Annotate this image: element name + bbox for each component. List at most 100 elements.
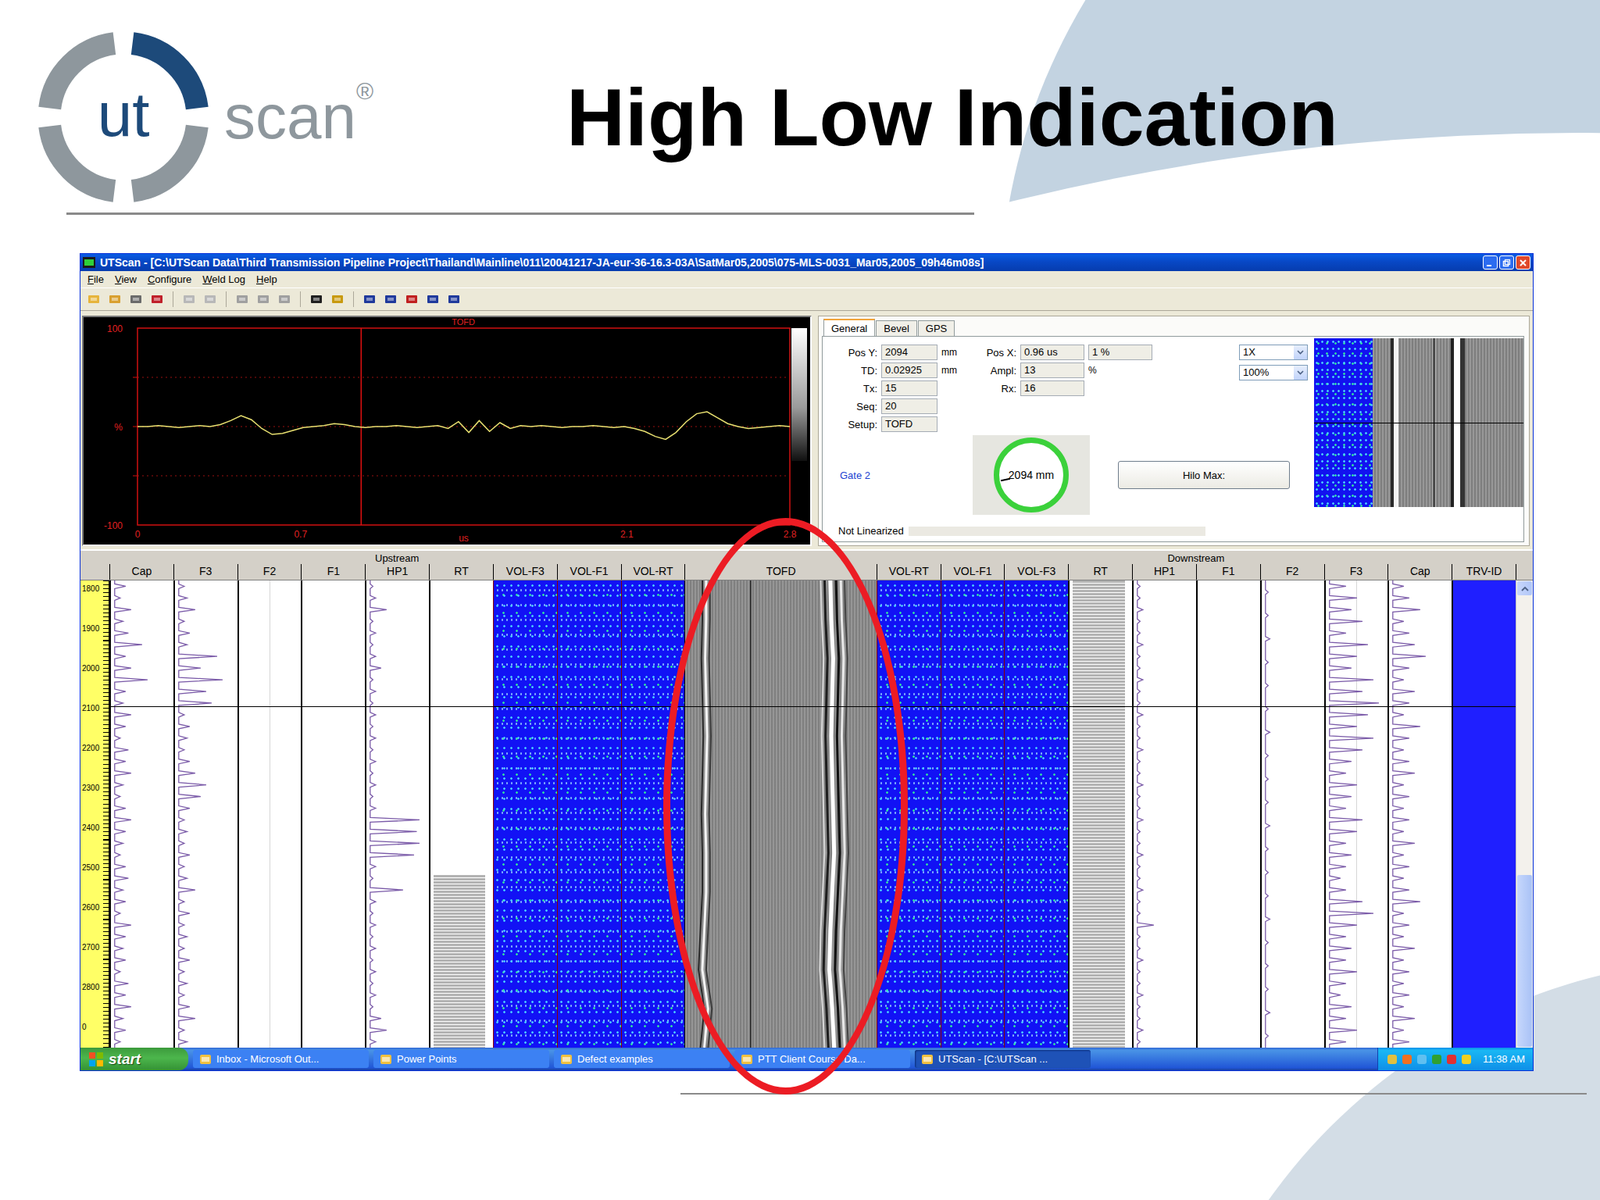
dropdown[interactable]: 1X [1239, 344, 1308, 361]
position-cursor[interactable] [109, 706, 1516, 708]
top-panels: TOFD100%-10000.7us2.12.8GeneralBevelGPSP… [80, 310, 1533, 550]
logo-mark: ® [356, 78, 374, 105]
start-label: start [108, 1050, 141, 1068]
menu-item[interactable]: View [109, 273, 143, 286]
select-group: 1X 100% [1239, 344, 1308, 381]
tray-icon[interactable] [1430, 1053, 1443, 1066]
start-button[interactable]: start [80, 1047, 189, 1071]
window-controls [1482, 255, 1531, 270]
toolbar-button[interactable] [148, 290, 166, 308]
channel-trace [302, 580, 365, 1048]
taskbar-item-label: Power Points [396, 1053, 458, 1065]
column-name[interactable]: RT [1067, 564, 1133, 580]
toolbar-button[interactable] [201, 290, 219, 308]
column-name[interactable]: F3 [173, 564, 238, 580]
toolbar-button[interactable] [106, 290, 124, 308]
title-bar[interactable]: UTScan - [C:\UTScan Data\Third Transmiss… [80, 253, 1533, 272]
field-value[interactable]: 0.02925 [881, 362, 938, 379]
field-value[interactable]: 20 [881, 398, 938, 415]
tray-icon[interactable] [1460, 1053, 1473, 1066]
window-title: UTScan - [C:\UTScan Data\Third Transmiss… [100, 256, 1479, 269]
dropdown-button[interactable] [1293, 345, 1308, 360]
field-label: Seq: [836, 400, 878, 413]
field-value[interactable]: 16 [1020, 380, 1085, 397]
vertical-scrollbar[interactable] [1515, 580, 1533, 1048]
taskbar-item[interactable]: Inbox - Microsoft Out... [192, 1050, 369, 1068]
column-name[interactable]: Cap [109, 564, 174, 580]
column-name[interactable]: RT [428, 564, 493, 580]
toolbar-button[interactable] [254, 290, 272, 308]
menu-item[interactable]: File [82, 273, 110, 286]
field-extra-value[interactable]: 1 % [1088, 344, 1153, 361]
dropdown-button[interactable] [1293, 365, 1308, 380]
column-name[interactable]: VOL-RT [621, 564, 686, 580]
field-value[interactable]: TOFD [881, 416, 938, 433]
column-name[interactable]: VOL-F1 [940, 564, 1005, 580]
toolbar-button[interactable] [382, 290, 400, 308]
record-icon [182, 292, 197, 306]
column-name[interactable]: F3 [1324, 564, 1389, 580]
ruler-label: 2200 [80, 742, 109, 783]
tray-icon[interactable] [1385, 1053, 1399, 1066]
toolbar-button[interactable] [360, 290, 379, 308]
toolbar-button[interactable] [424, 290, 442, 308]
toolbar-button[interactable] [233, 290, 251, 308]
taskbar-item[interactable]: PTT Client Course Da... [734, 1050, 911, 1068]
toolbar-button[interactable] [328, 290, 347, 308]
column-name[interactable]: VOL-F3 [1003, 564, 1068, 580]
logo: utscan® [35, 29, 567, 205]
column-name[interactable]: HP1 [364, 564, 429, 580]
field-value[interactable]: 2094 [881, 344, 938, 361]
toolbar-button[interactable] [307, 290, 325, 308]
column-name[interactable]: HP1 [1132, 564, 1197, 580]
close-button[interactable] [1515, 255, 1531, 270]
fields-right: Pos X:0.96 us1 %Ampl:13%Rx:16 [980, 344, 1153, 397]
field-value[interactable]: 15 [881, 380, 938, 397]
minimize-button[interactable] [1482, 255, 1498, 270]
scroll-thumb[interactable] [1517, 875, 1533, 1047]
tab[interactable]: Bevel [875, 320, 918, 336]
column-name[interactable]: VOL-F3 [492, 564, 558, 580]
column-name[interactable]: F2 [1260, 564, 1325, 580]
scroll-up-button[interactable] [1517, 581, 1533, 596]
column-name[interactable]: F2 [237, 564, 302, 580]
toolbar-button[interactable] [127, 290, 145, 308]
view-list-icon [446, 292, 461, 306]
toolbar-button[interactable] [180, 290, 198, 308]
column-name[interactable]: VOL-F1 [557, 564, 622, 580]
scroll-track[interactable] [1517, 595, 1533, 875]
maximize-button[interactable] [1499, 255, 1515, 270]
open-folder-icon [107, 292, 122, 306]
menu-item[interactable]: Configure [142, 273, 197, 286]
menu-item[interactable]: Weld Log [196, 273, 251, 286]
status-row: Not Linearized [822, 521, 1524, 542]
fields-left: Pos Y:2094mmTD:0.02925mmTx:15Seq:20Setup… [836, 344, 965, 433]
column-name[interactable]: F1 [1196, 564, 1261, 580]
toolbar-button[interactable] [275, 290, 293, 308]
x-tick: 0 [135, 528, 141, 540]
dropdown[interactable]: 100% [1239, 364, 1308, 381]
taskbar-item[interactable]: Defect examples [553, 1050, 730, 1068]
column-name[interactable]: TRV-ID [1451, 564, 1516, 580]
column-name[interactable]: F1 [300, 564, 365, 580]
tray-icon[interactable] [1445, 1053, 1458, 1066]
hilo-max-button[interactable]: Hilo Max: [1117, 460, 1290, 490]
toolbar-button[interactable] [403, 290, 421, 308]
column-name[interactable]: Cap [1387, 564, 1452, 580]
tab[interactable]: General [823, 318, 875, 336]
tray-icon[interactable] [1415, 1053, 1429, 1066]
taskbar-item[interactable]: UTScan - [C:\UTScan ... [914, 1050, 1091, 1068]
strip-data: 1800190020002100220023002400250026002700… [80, 580, 1533, 1048]
toolbar-button[interactable] [85, 290, 103, 308]
tray-icon[interactable] [1400, 1053, 1414, 1066]
dial-ring: 2094 mm [993, 437, 1069, 513]
taskbar-item[interactable]: Power Points [373, 1050, 550, 1068]
field-value[interactable]: 13 [1020, 362, 1085, 379]
column-name[interactable]: TOFD [684, 564, 876, 580]
toolbar-button[interactable] [445, 290, 463, 308]
field-value[interactable]: 0.96 us [1020, 344, 1085, 361]
menu-item[interactable]: Help [250, 273, 283, 286]
tab[interactable]: GPS [917, 320, 955, 336]
column-name[interactable]: VOL-RT [876, 564, 941, 580]
channel-column [109, 580, 174, 1048]
